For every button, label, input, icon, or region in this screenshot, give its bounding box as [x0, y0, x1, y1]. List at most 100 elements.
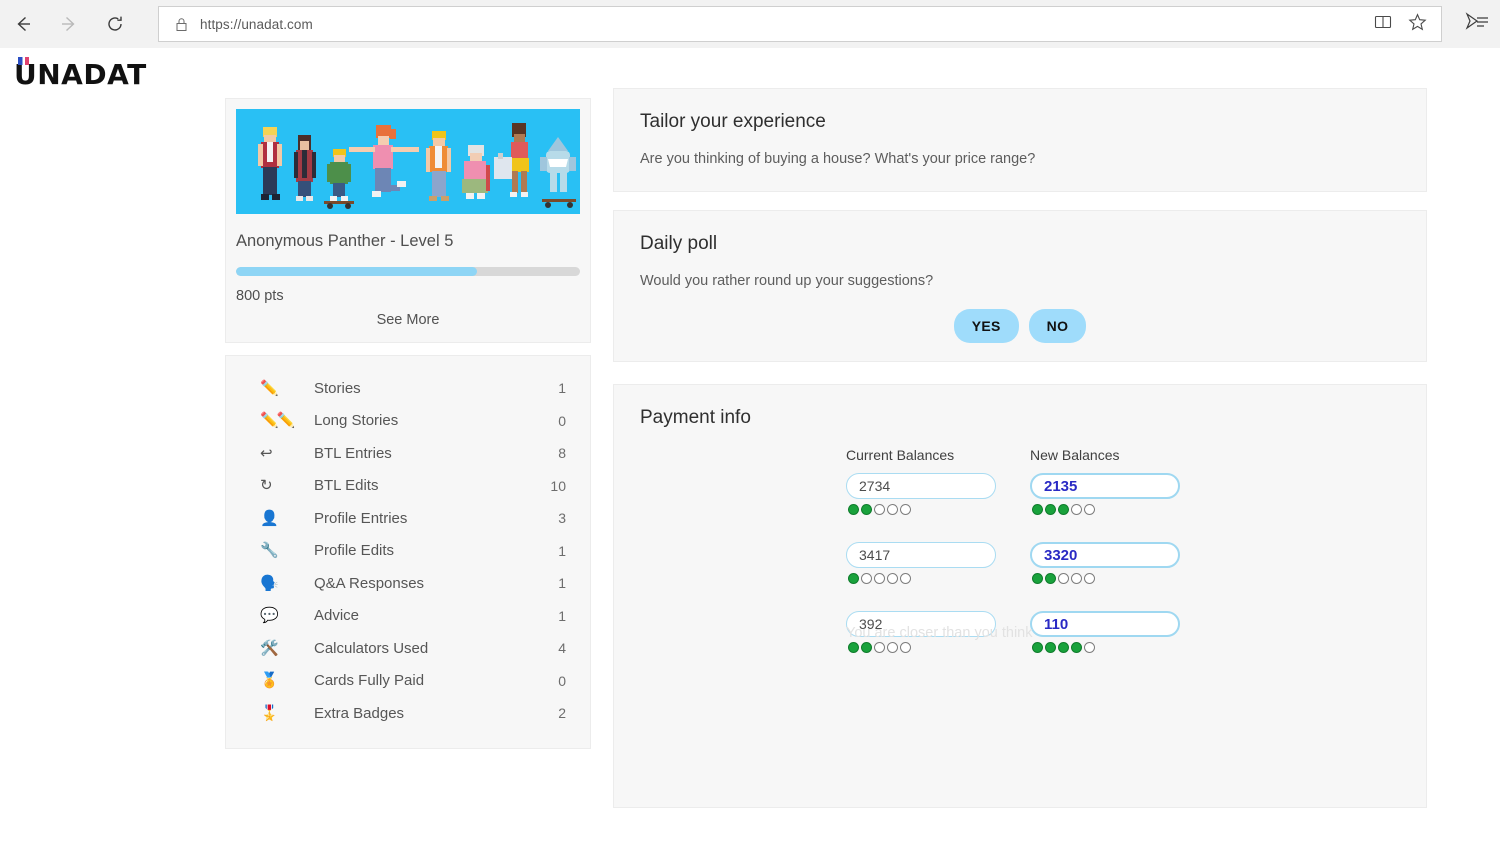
current-balances-column: Current Balances 2734 3417 392: [846, 447, 996, 680]
stat-label: Profile Entries: [314, 509, 408, 527]
stat-label: Q&A Responses: [314, 574, 425, 592]
stat-row: ↻ BTL Edits 10: [226, 470, 590, 503]
stat-label: Extra Badges: [314, 704, 405, 722]
speech-balloon-icon: 💬: [260, 606, 279, 625]
rating-dot: [861, 642, 872, 653]
rating-dot: [1058, 642, 1069, 653]
rating-dot: [848, 573, 859, 584]
level-progress-bar: [236, 267, 580, 276]
new-balance-item: 110: [1030, 611, 1180, 653]
star-icon[interactable]: [1408, 12, 1427, 36]
stat-label: Cards Fully Paid: [314, 672, 425, 690]
rating-dot: [861, 504, 872, 515]
url-text[interactable]: https://unadat.com: [200, 17, 1374, 32]
new-balance-rating-dots: [1030, 642, 1180, 653]
stat-label: Stories: [314, 379, 361, 397]
encouragement-note: You are closer than you think: [846, 625, 1033, 641]
rating-dot: [887, 642, 898, 653]
rating-dot: [1045, 642, 1056, 653]
stat-value: 2: [558, 705, 566, 722]
rating-dot: [900, 504, 911, 515]
forward-button[interactable]: [46, 0, 92, 48]
bust-icon: 👤: [260, 508, 279, 527]
current-balance-rating-dots: [846, 642, 996, 653]
stat-label: BTL Entries: [314, 444, 392, 462]
stat-value: 3: [558, 510, 566, 527]
stat-row: 🏅 Cards Fully Paid 0: [226, 665, 590, 698]
stat-value: 0: [558, 412, 566, 429]
new-balance-item: 2135: [1030, 473, 1180, 515]
stat-label: Long Stories: [314, 412, 399, 430]
rating-dot: [1058, 573, 1069, 584]
profile-card: Anonymous Panther - Level 5 800 pts See …: [225, 98, 591, 343]
rating-dot: [861, 573, 872, 584]
stat-row: 🎖️ Extra Badges 2: [226, 697, 590, 730]
rating-dot: [1058, 504, 1069, 515]
rating-dot: [887, 504, 898, 515]
new-balance-rating-dots: [1030, 573, 1180, 584]
double-pencil-icon: ✏️✏️: [260, 411, 295, 430]
stats-card: ✏️ Stories 1 ✏️✏️ Long Stories 0 ↩ BTL Entries 8…: [225, 355, 591, 749]
address-bar[interactable]: https://unadat.com: [158, 6, 1442, 42]
new-balances-column: New Balances 2135 3320 110: [1030, 447, 1180, 680]
poll-title: Daily poll: [640, 233, 718, 254]
balances-grid: Current Balances 2734 3417 392 New Balance…: [846, 447, 1180, 680]
rating-dot: [900, 573, 911, 584]
rating-dot: [1045, 504, 1056, 515]
stat-label: Advice: [314, 607, 360, 625]
stat-row: 🔧 Profile Edits 1: [226, 535, 590, 568]
rating-dot: [900, 642, 911, 653]
stat-row: ✏️✏️ Long Stories 0: [226, 405, 590, 438]
tailor-title: Tailor your experience: [640, 111, 826, 132]
stat-label: BTL Edits: [314, 477, 379, 495]
stat-value: 1: [558, 607, 566, 624]
stat-value: 1: [558, 380, 566, 397]
right-column: Tailor your experience Are you thinking …: [613, 88, 1427, 808]
poll-no-button[interactable]: NO: [1028, 309, 1087, 343]
rating-dot: [848, 642, 859, 653]
collections-button[interactable]: [1464, 0, 1498, 48]
stat-value: 1: [558, 575, 566, 592]
stat-value: 8: [558, 445, 566, 462]
stat-row: 🛠️ Calculators Used 4: [226, 632, 590, 665]
rating-dot: [1071, 642, 1082, 653]
current-balance-input[interactable]: 2734: [846, 473, 996, 499]
reload-button[interactable]: [92, 0, 138, 48]
back-button[interactable]: [0, 0, 46, 48]
rating-dot: [1071, 573, 1082, 584]
stat-label: Profile Edits: [314, 542, 395, 560]
rating-dot: [874, 642, 885, 653]
avatar-crowd-banner: [236, 109, 580, 214]
payment-info-panel: Payment info Current Balances 2734 3417 39…: [613, 384, 1427, 808]
stat-row: 👤 Profile Entries 3: [226, 502, 590, 535]
page-content: Anonymous Panther - Level 5 800 pts See …: [0, 48, 1500, 844]
tailor-question: Are you thinking of buying a house? What…: [640, 151, 1036, 167]
tailor-experience-panel: Tailor your experience Are you thinking …: [613, 88, 1427, 192]
hammer-wrench-icon: 🛠️: [260, 638, 279, 657]
rating-dot: [848, 504, 859, 515]
rating-dot: [1032, 573, 1043, 584]
profile-name: Anonymous Panther - Level 5: [236, 232, 454, 250]
daily-poll-panel: Daily poll Would you rather round up you…: [613, 210, 1427, 362]
left-column: Anonymous Panther - Level 5 800 pts See …: [225, 98, 591, 749]
rating-dot: [1084, 573, 1095, 584]
speaking-head-icon: 🗣️: [260, 573, 279, 592]
curved-arrow-icon: ↩: [260, 443, 273, 462]
rating-dot: [1084, 642, 1095, 653]
new-balance-input[interactable]: 110: [1030, 611, 1180, 637]
stat-label: Calculators Used: [314, 639, 429, 657]
new-balance-input[interactable]: 2135: [1030, 473, 1180, 499]
new-balance-item: 3320: [1030, 542, 1180, 584]
stat-value: 10: [550, 477, 566, 494]
browser-toolbar: https://unadat.com: [0, 0, 1500, 48]
silver-medal-icon: 🎖️: [260, 703, 279, 722]
current-balance-rating-dots: [846, 504, 996, 515]
rating-dot: [874, 504, 885, 515]
gold-medal-icon: 🏅: [260, 671, 279, 690]
poll-yes-button[interactable]: YES: [953, 309, 1019, 343]
book-icon[interactable]: [1374, 14, 1392, 35]
new-balance-input[interactable]: 3320: [1030, 542, 1180, 568]
see-more-link[interactable]: See More: [226, 304, 590, 328]
current-balance-input[interactable]: 3417: [846, 542, 996, 568]
collections-icon: [1464, 11, 1494, 38]
